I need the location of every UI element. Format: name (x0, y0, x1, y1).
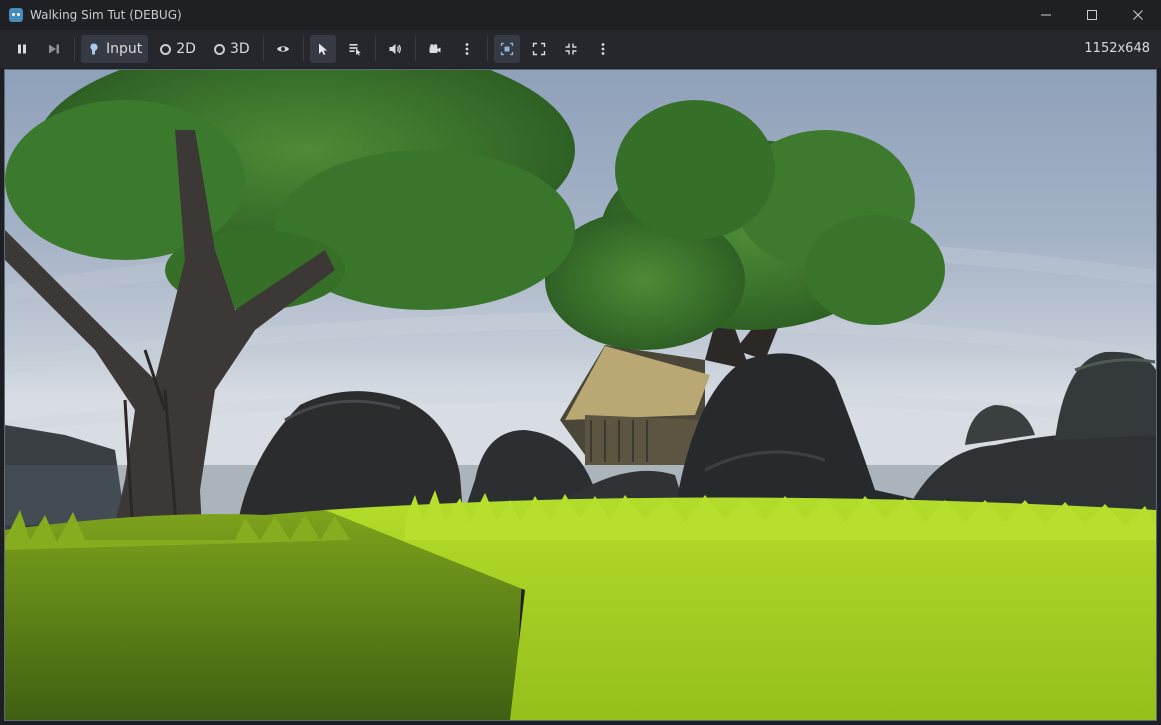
list-select-button[interactable] (342, 35, 368, 63)
window-title: Walking Sim Tut (DEBUG) (30, 8, 182, 22)
close-button[interactable] (1115, 0, 1161, 30)
step-frame-button[interactable] (41, 35, 67, 63)
mode-3d-label: 3D (229, 41, 250, 57)
step-frame-icon (49, 44, 59, 54)
more-icon (465, 43, 469, 55)
input-label: Input (106, 41, 143, 57)
godot-icon (9, 8, 23, 22)
minimize-icon (1041, 14, 1051, 16)
input-icon (90, 43, 98, 55)
select-cursor-icon (318, 43, 327, 55)
game-toolbar: Input 2D 3D 1152x648 (0, 30, 1161, 68)
toolbar-separator (302, 37, 304, 61)
radio-icon (213, 43, 225, 55)
toolbar-separator (74, 37, 75, 61)
audio-button[interactable] (382, 35, 408, 63)
toolbar-separator (414, 37, 416, 61)
pause-button[interactable] (9, 35, 35, 63)
select-mode-button[interactable] (309, 35, 336, 63)
maximize-icon (1087, 10, 1097, 20)
fullscreen-icon (532, 42, 545, 56)
toolbar-separator (486, 37, 488, 61)
mode-2d-button[interactable]: 2D (154, 35, 202, 63)
toolbar-separator (262, 37, 264, 61)
mode-3d-button[interactable]: 3D (208, 35, 256, 63)
camera-options-button[interactable] (454, 35, 480, 63)
close-icon (1133, 10, 1143, 20)
title-bar: Walking Sim Tut (DEBUG) (0, 0, 1161, 30)
visibility-button[interactable] (270, 35, 296, 63)
minimize-button[interactable] (1023, 0, 1069, 30)
pause-icon (18, 44, 26, 54)
list-select-icon (349, 44, 361, 56)
radio-icon (160, 43, 172, 55)
resolution-label: 1152x648 (1084, 41, 1150, 56)
shrink-icon (565, 43, 577, 55)
speaker-icon (389, 44, 401, 54)
toolbar-separator (374, 37, 376, 61)
shrink-button[interactable] (558, 35, 584, 63)
window-options-button[interactable] (590, 35, 616, 63)
camera-button[interactable] (422, 35, 448, 63)
game-viewport[interactable] (4, 69, 1157, 721)
fullscreen-button[interactable] (526, 35, 552, 63)
camera-icon (429, 44, 441, 53)
mode-2d-label: 2D (176, 41, 196, 57)
window-controls (1023, 0, 1161, 30)
game-scene (5, 70, 1156, 720)
eye-icon (276, 46, 289, 52)
embed-game-button[interactable] (493, 35, 520, 63)
embed-icon (500, 42, 513, 56)
maximize-button[interactable] (1069, 0, 1115, 30)
more-icon (601, 43, 605, 55)
input-toggle-button[interactable]: Input (81, 35, 149, 63)
